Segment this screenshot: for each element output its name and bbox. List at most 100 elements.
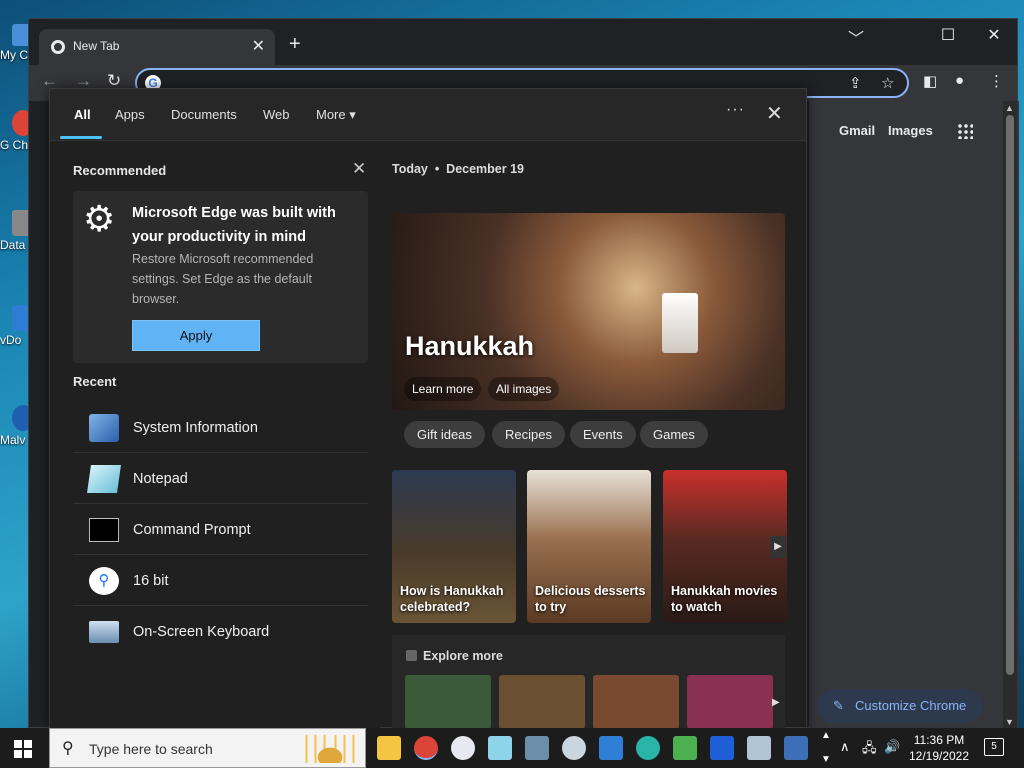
hanukkah-hero-card[interactable]: Hanukkah Learn more All images <box>392 213 785 410</box>
dismiss-recommended-button[interactable]: ✕ <box>352 159 366 179</box>
volume-icon[interactable]: 🔊 <box>884 739 900 755</box>
taskbar-scroll-up-icon[interactable]: ▲ <box>821 730 831 741</box>
close-window-button[interactable]: ✕ <box>971 25 1017 45</box>
images-link[interactable]: Images <box>888 123 933 138</box>
taskbar: ⚲ Type here to search ▲ ▼ ∧ 🖧 🔊 11:36 PM… <box>0 728 1024 768</box>
on-screen-keyboard-icon <box>89 621 119 643</box>
tab-all[interactable]: All <box>74 107 91 122</box>
left-column: Recommended ✕ ⚙ Microsoft Edge was built… <box>50 141 380 729</box>
right-column: Today • December 19 Hanukkah Learn more … <box>380 141 808 729</box>
recommendation-title: Microsoft Edge was built with your produ… <box>132 205 336 245</box>
gear-icon: ⚙ <box>83 198 116 239</box>
recent-heading: Recent <box>73 374 117 389</box>
task-manager-icon[interactable] <box>673 736 697 760</box>
tab-web[interactable]: Web <box>263 107 290 122</box>
customize-chrome-label: Customize Chrome <box>855 698 967 713</box>
search-result-icon: ⚲ <box>89 567 119 595</box>
card-hanukkah-movies[interactable]: Hanukkah movies to watch <box>663 470 787 623</box>
recent-item-16-bit[interactable]: ⚲ 16 bit <box>73 556 368 606</box>
all-images-button[interactable]: All images <box>488 377 560 401</box>
explore-thumb[interactable] <box>405 675 491 729</box>
explore-thumb[interactable] <box>593 675 679 729</box>
google-apps-icon[interactable] <box>957 123 973 139</box>
recommendation-card: ⚙ Microsoft Edge was built with your pro… <box>73 191 368 363</box>
tab-more[interactable]: More ▾ <box>316 107 356 123</box>
itunes-icon[interactable] <box>451 736 475 760</box>
active-tab-indicator <box>60 136 102 139</box>
card-label: Delicious desserts to try <box>535 584 646 614</box>
carousel-next-icon[interactable]: ▶ <box>770 536 786 558</box>
hero-title: Hanukkah <box>405 331 535 361</box>
tab-more-label: More <box>316 107 346 122</box>
system-information-icon[interactable] <box>784 736 808 760</box>
remote-desktop-icon[interactable] <box>747 736 771 760</box>
notepad-icon <box>87 465 121 493</box>
tab-search-button[interactable]: ﹀ <box>833 25 879 49</box>
paint-icon[interactable] <box>562 736 586 760</box>
pencil-icon: ✎ <box>833 698 844 713</box>
start-button[interactable] <box>14 740 32 758</box>
file-explorer-icon[interactable] <box>377 736 401 760</box>
notepad-icon[interactable] <box>488 736 512 760</box>
clock-date: 12/19/2022 <box>908 749 970 763</box>
more-options-button[interactable]: ··· <box>726 101 745 119</box>
taskbar-scroll-down-icon[interactable]: ▼ <box>821 754 831 765</box>
explore-more-heading: Explore more <box>406 649 503 663</box>
card-delicious-desserts[interactable]: Delicious desserts to try <box>527 470 651 623</box>
calculator-icon[interactable] <box>525 736 549 760</box>
clock-time: 11:36 PM <box>913 733 965 747</box>
explore-more-label: Explore more <box>423 649 503 663</box>
new-tab-button[interactable]: + <box>289 33 301 56</box>
maximize-button[interactable]: ☐ <box>925 25 971 45</box>
profile-icon[interactable]: ● <box>955 72 964 89</box>
chip-games[interactable]: Games <box>640 421 708 448</box>
today-date: December 19 <box>446 162 524 176</box>
scroll-down-icon[interactable]: ▼ <box>1005 717 1014 727</box>
malwarebytes-icon[interactable] <box>710 736 734 760</box>
notification-center-icon[interactable]: 5 <box>984 738 1004 756</box>
today-header: Today • December 19 <box>392 162 524 176</box>
bookmark-star-icon[interactable]: ☆ <box>881 74 894 92</box>
network-icon[interactable]: 🖧 <box>862 739 877 761</box>
recent-item-command-prompt[interactable]: Command Prompt <box>73 505 368 555</box>
recent-item-label: 16 bit <box>133 573 169 589</box>
system-information-icon <box>89 414 119 442</box>
recent-item-label: Command Prompt <box>133 522 251 538</box>
tab-documents[interactable]: Documents <box>171 107 237 122</box>
chrome-icon[interactable] <box>414 736 438 760</box>
customize-chrome-button[interactable]: ✎ Customize Chrome <box>817 689 983 723</box>
taskbar-clock[interactable]: 11:36 PM 12/19/2022 <box>904 732 974 764</box>
page-scrollbar[interactable]: ▲ ▼ <box>1003 101 1017 729</box>
apply-button[interactable]: Apply <box>132 320 260 351</box>
card-label: How is Hanukkah celebrated? <box>400 584 504 614</box>
store-icon[interactable] <box>599 736 623 760</box>
explore-thumb[interactable] <box>499 675 585 729</box>
card-label: Hanukkah movies to watch <box>671 584 778 614</box>
chip-gift-ideas[interactable]: Gift ideas <box>404 421 485 448</box>
scroll-up-icon[interactable]: ▲ <box>1005 103 1014 113</box>
close-panel-button[interactable]: ✕ <box>766 101 783 126</box>
explore-icon <box>406 650 417 661</box>
recent-item-notepad[interactable]: Notepad <box>73 454 368 504</box>
scrollbar-thumb[interactable] <box>1006 115 1014 675</box>
share-icon[interactable]: ⇪ <box>849 74 862 92</box>
card-how-is-hanukkah-celebrated[interactable]: How is Hanukkah celebrated? <box>392 470 516 623</box>
learn-more-button[interactable]: Learn more <box>404 377 482 401</box>
chip-recipes[interactable]: Recipes <box>492 421 565 448</box>
recent-item-label: On-Screen Keyboard <box>133 624 270 640</box>
tab-close-button[interactable]: ✕ <box>252 36 265 56</box>
gmail-link[interactable]: Gmail <box>839 123 875 138</box>
tab-new-tab[interactable]: New Tab ✕ <box>39 29 275 65</box>
edge-icon[interactable] <box>636 736 660 760</box>
chip-events[interactable]: Events <box>570 421 636 448</box>
side-panel-icon[interactable]: ◧ <box>923 72 937 90</box>
menu-kebab-icon[interactable]: ⋮ <box>989 72 1004 90</box>
taskbar-search-box[interactable]: ⚲ Type here to search <box>49 728 366 768</box>
tab-apps[interactable]: Apps <box>115 107 145 122</box>
explore-thumb[interactable] <box>687 675 773 729</box>
recent-item-on-screen-keyboard[interactable]: On-Screen Keyboard <box>73 607 368 657</box>
explore-next-icon[interactable]: ▶ <box>772 697 780 708</box>
show-hidden-icons-icon[interactable]: ∧ <box>840 739 850 755</box>
recent-item-system-information[interactable]: System Information <box>73 403 368 453</box>
search-icon: ⚲ <box>62 740 74 757</box>
